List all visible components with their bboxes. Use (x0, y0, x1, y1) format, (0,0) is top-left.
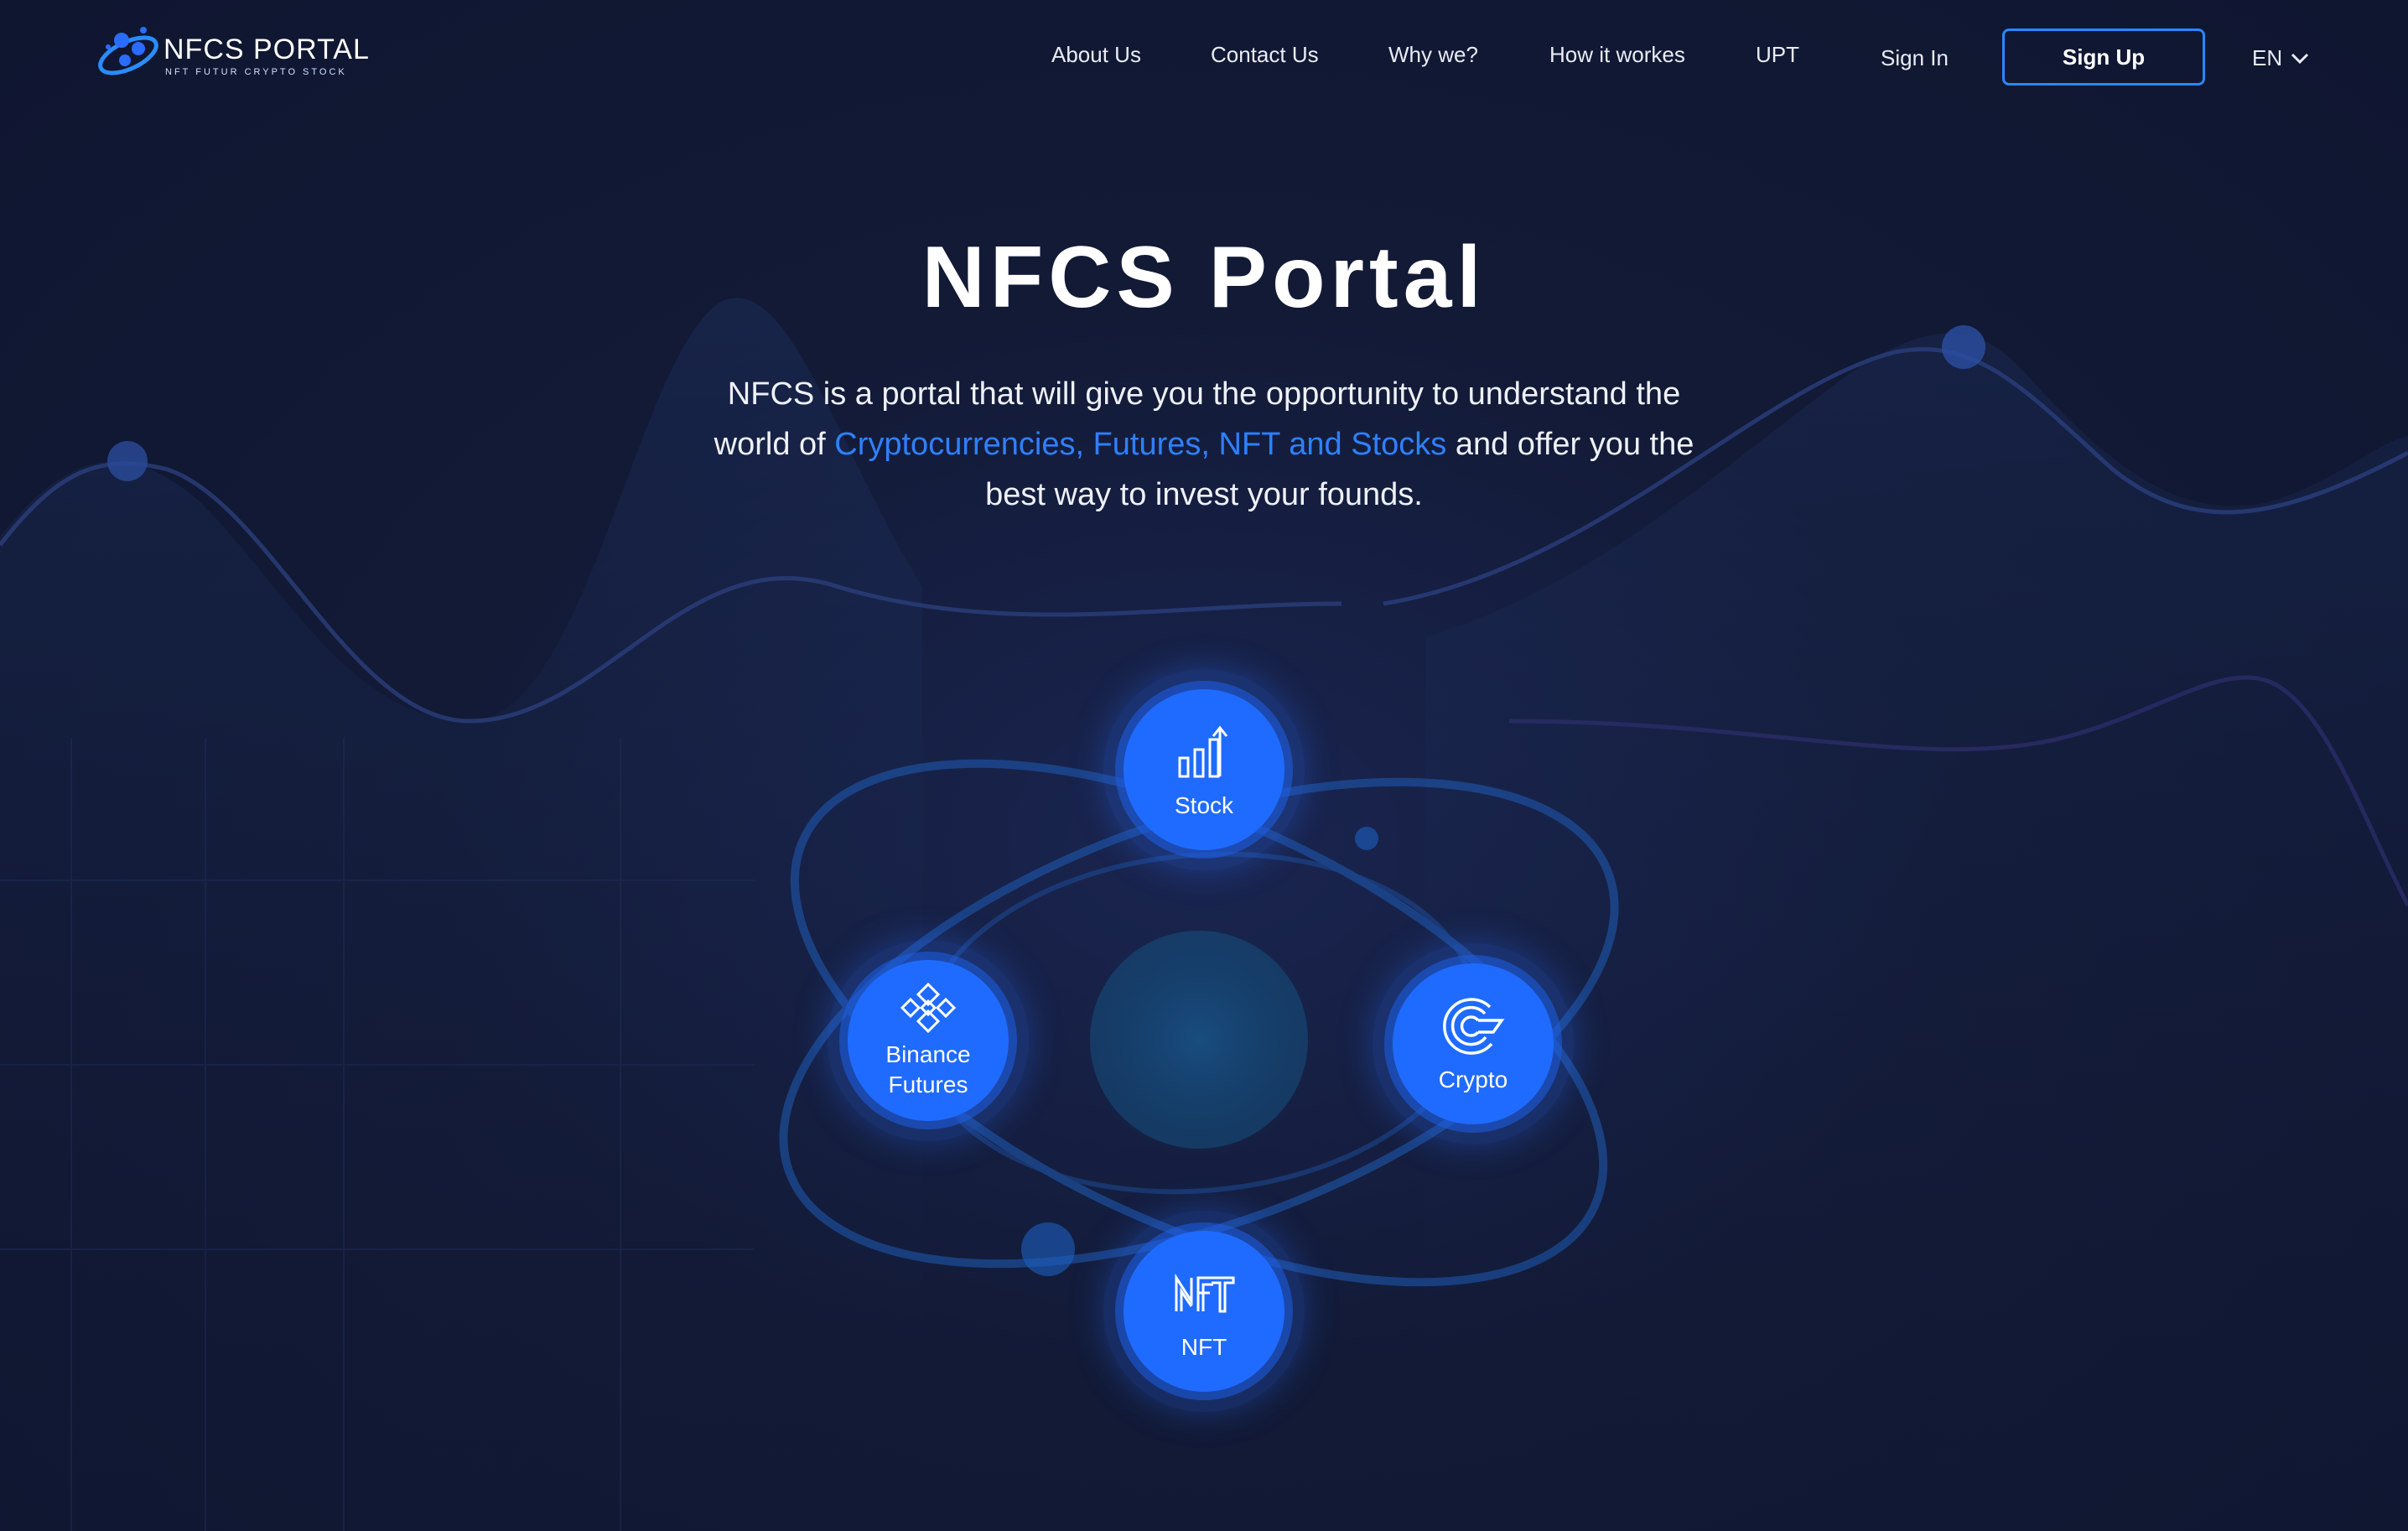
nav-upt[interactable]: UPT (1756, 42, 1799, 68)
node-core: NFT (1124, 1231, 1284, 1392)
crypto-coin-icon (1435, 993, 1511, 1060)
nft-label: NFT (1181, 1334, 1227, 1360)
crypto-node[interactable]: Crypto (1373, 943, 1574, 1144)
binance-label-line1: Binance (885, 1041, 971, 1067)
node-core: Crypto (1393, 963, 1554, 1124)
language-label: EN (2252, 45, 2283, 70)
language-select[interactable]: EN (2252, 45, 2309, 71)
chevron-down-icon (2291, 53, 2309, 64)
nav-about[interactable]: About Us (1051, 42, 1141, 68)
brand-logo[interactable]: NFCS PORTAL NFT FUTUR CRYPTO STOCK (96, 22, 369, 86)
nav-how-it-works[interactable]: How it workes (1549, 42, 1685, 68)
stock-chart-icon (1166, 719, 1242, 786)
nft-icon (1166, 1260, 1242, 1327)
binance-label-line2: Futures (888, 1072, 968, 1098)
brand-tagline: NFT FUTUR CRYPTO STOCK (165, 67, 347, 77)
binance-futures-node[interactable]: Binance Futures (828, 940, 1029, 1141)
brand-name: NFCS PORTAL (163, 34, 370, 65)
atom-logo-icon (98, 27, 158, 75)
nav-contact[interactable]: Contact Us (1211, 42, 1319, 68)
nft-node[interactable]: NFT (1103, 1211, 1305, 1412)
crypto-label: Crypto (1438, 1067, 1508, 1092)
node-core: Binance Futures (848, 960, 1009, 1121)
node-core: Stock (1124, 689, 1284, 850)
stock-label: Stock (1174, 792, 1234, 818)
binance-label: Binance Futures (885, 1040, 970, 1100)
hero-desc-highlight: Cryptocurrencies, Futures, NFT and Stock… (834, 427, 1447, 462)
hero-description: NFCS is a portal that will give you the … (701, 369, 1707, 520)
hero-title: NFCS Portal (921, 229, 1487, 326)
stock-node[interactable]: Stock (1103, 669, 1305, 870)
signup-button[interactable]: Sign Up (2002, 29, 2205, 86)
nav-why[interactable]: Why we? (1388, 42, 1478, 68)
binance-icon (890, 981, 966, 1035)
signin-link[interactable]: Sign In (1881, 45, 1949, 71)
